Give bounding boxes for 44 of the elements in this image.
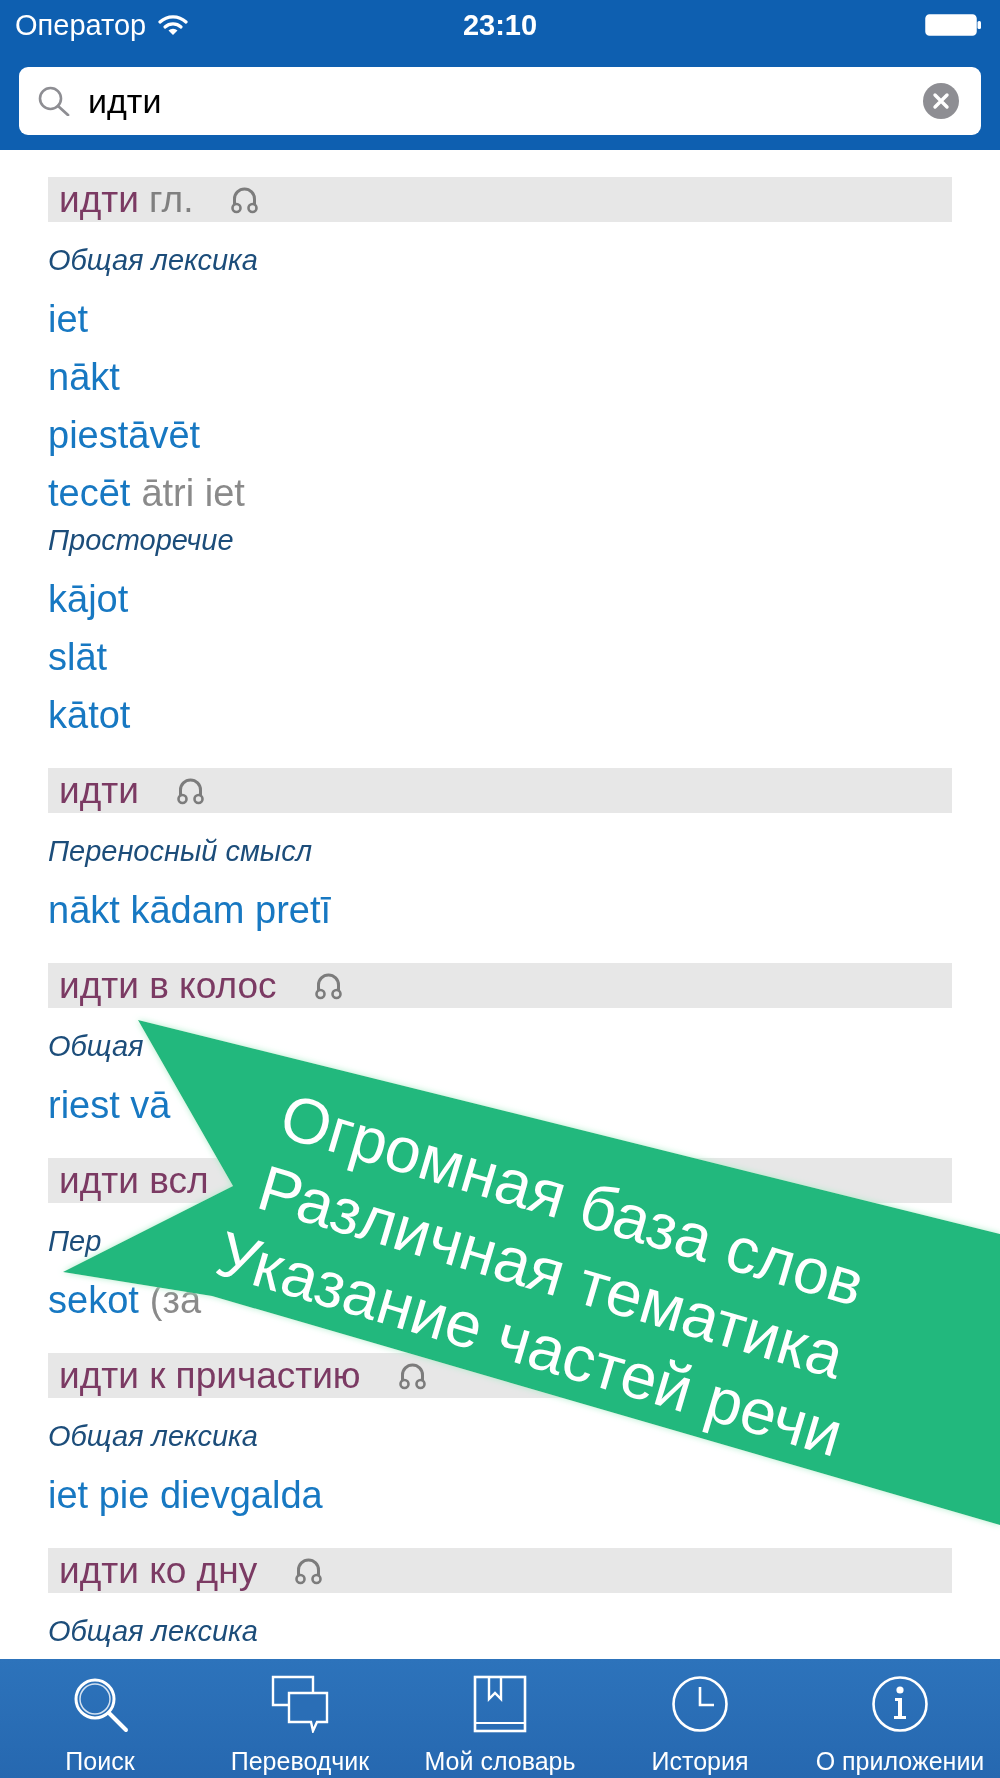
chat-bubbles-icon xyxy=(271,1675,329,1733)
translation-link[interactable]: riest vā xyxy=(48,1082,171,1128)
book-icon xyxy=(471,1675,529,1733)
sense-label: Общая лексика xyxy=(48,1419,258,1454)
sense-label: Общая лексика xyxy=(48,243,258,278)
carrier-name: Оператор xyxy=(15,8,147,43)
usage-note: ātri iet xyxy=(141,471,245,516)
headword: идти xyxy=(59,178,139,222)
tab-bar-item[interactable]: История xyxy=(600,1659,800,1778)
headword: идти всл xyxy=(59,1159,209,1203)
translation-link[interactable]: sekot xyxy=(48,1277,139,1323)
headword: идти в колос xyxy=(59,964,277,1008)
sense-label: Общая xyxy=(48,1029,144,1064)
translation-link[interactable]: kājot xyxy=(48,576,129,622)
status-time: 23:10 xyxy=(462,8,538,43)
tab-bar-item[interactable]: О приложении xyxy=(800,1659,1000,1778)
tab-bar-item[interactable]: Поиск xyxy=(0,1659,200,1778)
search-icon xyxy=(38,86,70,116)
sense-label: Пер xyxy=(48,1224,102,1259)
headword: идти к причастию xyxy=(59,1354,361,1398)
translation-link[interactable]: iet pie dievgalda xyxy=(48,1472,323,1518)
sense-label: Переносный смысл xyxy=(48,834,313,869)
tab-bar-item[interactable]: Мой словарь xyxy=(400,1659,600,1778)
translation-link[interactable]: kātot xyxy=(48,692,131,738)
clear-icon xyxy=(923,83,959,119)
translation-link[interactable]: slāt xyxy=(48,634,108,680)
translation-link[interactable]: piestāvēt xyxy=(48,412,201,458)
sense-label: Просторечие xyxy=(48,523,234,558)
translation-link[interactable]: iet xyxy=(48,296,89,342)
tab-bar-item[interactable]: Переводчик xyxy=(200,1659,400,1778)
clock-icon xyxy=(671,1675,729,1733)
translation-link[interactable]: nākt kādam pretī xyxy=(48,887,332,933)
translation-link[interactable]: tecēt xyxy=(48,470,131,516)
headword: идти xyxy=(59,769,139,813)
clear-button[interactable] xyxy=(923,83,959,119)
search-field[interactable]: идти xyxy=(19,67,981,135)
sense-label: Общая лексика xyxy=(48,1614,258,1649)
usage-note: (за xyxy=(149,1278,202,1323)
headword: идти ко дну xyxy=(59,1549,258,1593)
translation-link[interactable]: nākt xyxy=(48,354,120,400)
part-of-speech: гл. xyxy=(148,178,194,222)
battery-icon xyxy=(925,14,981,36)
wifi-icon xyxy=(158,14,189,36)
info-icon xyxy=(871,1675,929,1733)
